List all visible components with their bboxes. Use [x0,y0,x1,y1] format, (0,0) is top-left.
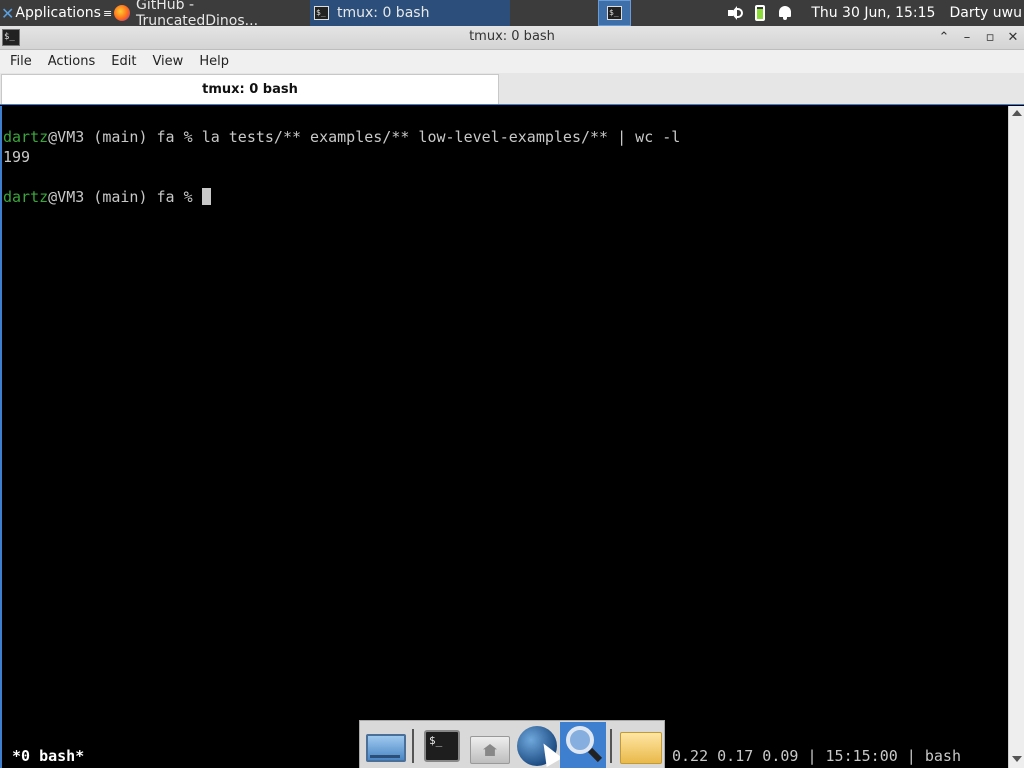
window-title: tmux: 0 bash [469,29,555,44]
dock: $_ [359,720,665,768]
clock[interactable]: Thu 30 Jun, 15:15 [811,5,935,21]
tab-tmux-bash[interactable]: tmux: 0 bash [1,74,499,104]
scroll-down-arrow-icon[interactable] [1012,756,1022,762]
taskbar-item-label: tmux: 0 bash [337,5,430,21]
web-browser-icon[interactable] [514,722,563,768]
home-folder-icon[interactable] [466,722,512,768]
terminal-line: dartz@VM3 (main) fa % la tests/** exampl… [3,127,680,147]
menu-file[interactable]: File [0,54,40,69]
command-output: 199 [3,148,31,166]
applications-label: Applications [15,5,101,21]
prompt-rest: @VM3 (main) fa % [48,188,202,206]
top-panel: ✕ Applications ≡ GitHub - TruncatedDinos… [0,0,1024,29]
menu-actions[interactable]: Actions [40,54,104,69]
tmux-window-list: *0 bash* [12,747,85,765]
taskbar-item-tmux[interactable]: $_ tmux: 0 bash [310,0,510,26]
menu-help[interactable]: Help [191,54,237,69]
scrollbar[interactable] [1008,106,1024,768]
maximize-button[interactable]: ▫ [981,29,999,47]
terminal-line: dartz@VM3 (main) fa % [3,187,211,207]
tmux-status-right: 0.22 0.17 0.09 | 15:15:00 | bash [672,747,961,765]
taskbar-item-github[interactable]: GitHub - TruncatedDinos... [110,0,310,29]
search-icon[interactable] [560,722,606,768]
system-tray: Thu 30 Jun, 15:15 Darty uwu [721,0,1024,26]
show-desktop-icon[interactable] [362,722,408,768]
applications-menu-button[interactable]: ✕ Applications ≡ [0,0,112,26]
terminal-icon: $_ [607,6,622,20]
window-titlebar[interactable]: $_ tmux: 0 bash ⌃ – ▫ ✕ [0,26,1024,50]
user-menu[interactable]: Darty uwu [949,5,1022,21]
terminal-icon[interactable]: $_ [420,722,466,768]
terminal-line: 199 [3,147,30,167]
xfce-logo-icon: ✕ [1,3,15,23]
terminal-output[interactable]: dartz@VM3 (main) fa % la tests/** exampl… [0,106,1008,768]
minimize-button[interactable]: – [958,29,976,47]
dock-separator [610,729,612,763]
taskbar-item-label: GitHub - TruncatedDinos... [136,0,259,29]
tab-bar: tmux: 0 bash [0,73,1024,105]
prompt-rest: @VM3 (main) fa % [48,128,202,146]
workspace-switcher[interactable]: $_ [598,0,631,26]
menu-view[interactable]: View [144,54,191,69]
menubar: File Actions Edit View Help [0,50,1024,73]
text-cursor [201,188,211,205]
close-button[interactable]: ✕ [1004,29,1022,47]
firefox-icon [114,5,130,21]
prompt-user: dartz [3,188,49,206]
command-text: la tests/** examples/** low-level-exampl… [201,128,681,146]
menu-edit[interactable]: Edit [103,54,144,69]
shade-button[interactable]: ⌃ [935,29,953,47]
battery-icon[interactable] [755,5,766,21]
volume-icon[interactable] [727,5,744,21]
notification-bell-icon[interactable] [777,5,793,21]
files-folder-icon[interactable] [616,722,662,768]
terminal-icon: $_ [314,6,329,20]
dock-separator [412,729,414,763]
scroll-up-arrow-icon[interactable] [1012,110,1022,116]
prompt-user: dartz [3,128,49,146]
